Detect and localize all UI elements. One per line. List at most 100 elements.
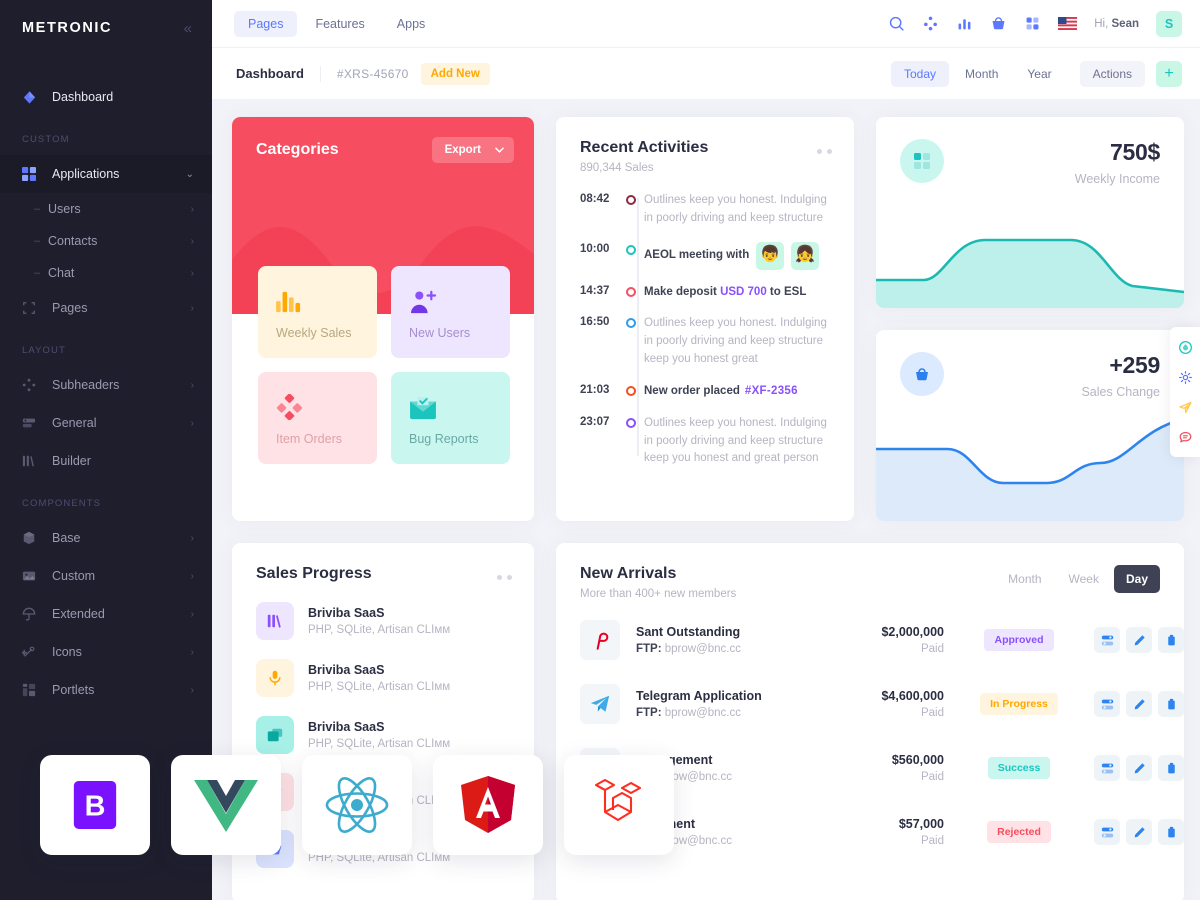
filter-today[interactable]: Today bbox=[891, 60, 950, 87]
grid-squares-icon[interactable] bbox=[1024, 15, 1041, 32]
recent-activities-card: Recent Activities 890,344 Sales 08:42 Out… bbox=[556, 117, 854, 521]
sidebar-item-label: Custom bbox=[52, 569, 96, 583]
activity-time: 10:00 bbox=[580, 242, 610, 255]
sidebar-item-contacts[interactable]: – Contacts › bbox=[0, 225, 212, 257]
sales-progress-item[interactable]: Briviba SaaS PHP, SQLite, Artisan CLIмм bbox=[256, 659, 514, 697]
envelope-check-icon bbox=[409, 390, 510, 420]
toolbar-filters: Today Month Year Actions + bbox=[891, 60, 1182, 87]
search-icon[interactable] bbox=[888, 15, 905, 32]
sidebar-item-applications[interactable]: Applications ⌄ bbox=[0, 155, 212, 193]
sidebar-item-label: Contacts bbox=[48, 234, 98, 248]
tab-features[interactable]: Features bbox=[301, 11, 378, 37]
trash-icon[interactable] bbox=[1158, 691, 1184, 717]
sidebar-item-portlets[interactable]: Portlets › bbox=[0, 671, 212, 709]
weekly-income-chart bbox=[876, 188, 1184, 308]
category-tile-weekly-sales[interactable]: Weekly Sales bbox=[258, 266, 377, 358]
stat-value: +259 bbox=[1109, 352, 1160, 378]
toggle-icon[interactable] bbox=[1094, 627, 1120, 653]
switch-day[interactable]: Day bbox=[1113, 565, 1160, 593]
paper-plane-icon[interactable] bbox=[1170, 392, 1200, 422]
row-paid-label: Paid bbox=[920, 771, 944, 783]
toggle-icon[interactable] bbox=[1094, 819, 1120, 845]
bootstrap-logo[interactable]: B bbox=[40, 755, 150, 855]
droplet-icon[interactable] bbox=[1170, 332, 1200, 362]
toggle-icon[interactable] bbox=[1094, 755, 1120, 781]
sidebar-item-base[interactable]: Base › bbox=[0, 519, 212, 557]
sidebar-item-chat[interactable]: – Chat › bbox=[0, 257, 212, 289]
us-flag-icon[interactable] bbox=[1058, 17, 1078, 30]
card-title: Categories bbox=[256, 141, 339, 158]
grid-squares-icon bbox=[900, 139, 944, 183]
activity-order-id[interactable]: #XF-2356 bbox=[745, 385, 798, 397]
chevron-right-icon: › bbox=[190, 267, 194, 279]
umbrella-icon bbox=[22, 607, 44, 621]
sparkle-cluster-icon[interactable] bbox=[922, 15, 939, 32]
sidebar-item-extended[interactable]: Extended › bbox=[0, 595, 212, 633]
sales-progress-item[interactable]: Briviba SaaS PHP, SQLite, Artisan CLIмм bbox=[256, 602, 514, 640]
add-new-button[interactable]: Add New bbox=[420, 62, 490, 85]
chevron-down-icon bbox=[495, 147, 504, 153]
switch-month[interactable]: Month bbox=[996, 565, 1053, 593]
gear-icon[interactable] bbox=[1170, 362, 1200, 392]
avatar[interactable]: S bbox=[1156, 10, 1182, 37]
actions-button[interactable]: Actions bbox=[1079, 60, 1145, 87]
activity-body: Make deposit USD 700 to ESL bbox=[644, 285, 807, 298]
chevron-down-icon[interactable]: ⌄ bbox=[186, 169, 194, 180]
edit-icon[interactable] bbox=[1126, 755, 1152, 781]
category-tile-bug-reports[interactable]: Bug Reports bbox=[391, 372, 510, 464]
server-icon bbox=[22, 416, 44, 430]
sidebar-section-title: LAYOUT bbox=[22, 345, 66, 356]
react-logo[interactable] bbox=[302, 755, 412, 855]
category-tile-label: Bug Reports bbox=[409, 432, 479, 446]
row-paid-label: Paid bbox=[920, 835, 944, 847]
tab-apps[interactable]: Apps bbox=[383, 11, 440, 37]
sidebar-item-pages[interactable]: Pages › bbox=[0, 289, 212, 327]
dots-icon[interactable] bbox=[817, 149, 832, 154]
laravel-logo[interactable] bbox=[564, 755, 674, 855]
edit-icon[interactable] bbox=[1126, 691, 1152, 717]
edit-icon[interactable] bbox=[1126, 819, 1152, 845]
table-row: Telegram Application FTP: bprow@bnc.cc $4,… bbox=[580, 672, 1184, 736]
export-button[interactable]: Export bbox=[431, 137, 514, 163]
trash-icon[interactable] bbox=[1158, 819, 1184, 845]
sidebar-item-users[interactable]: – Users › bbox=[0, 193, 212, 225]
switch-week[interactable]: Week bbox=[1057, 565, 1111, 593]
edit-icon[interactable] bbox=[1126, 627, 1152, 653]
activity-text: Outlines keep you honest. Indulging in p… bbox=[644, 194, 827, 224]
sidebar-item-builder[interactable]: Builder bbox=[0, 442, 212, 480]
vue-logo[interactable] bbox=[171, 755, 281, 855]
sidebar-item-icons[interactable]: Icons › bbox=[0, 633, 212, 671]
filter-month[interactable]: Month bbox=[952, 61, 1011, 87]
filter-year[interactable]: Year bbox=[1014, 61, 1064, 87]
chevron-right-icon: › bbox=[190, 646, 194, 658]
chevron-right-icon: › bbox=[190, 684, 194, 696]
angular-logo[interactable] bbox=[433, 755, 543, 855]
activity-item: 14:37 Make deposit USD 700 to ESL bbox=[580, 284, 834, 302]
chevrons-left-icon[interactable]: « bbox=[184, 21, 192, 36]
card-subtitle: 890,344 Sales bbox=[580, 162, 654, 174]
plus-icon[interactable]: + bbox=[1156, 60, 1182, 87]
sales-progress-item[interactable]: Briviba SaaS PHP, SQLite, Artisan CLIмм bbox=[256, 716, 514, 754]
trash-icon[interactable] bbox=[1158, 755, 1184, 781]
sidebar-item-custom[interactable]: Custom › bbox=[0, 557, 212, 595]
chat-icon[interactable] bbox=[1170, 422, 1200, 452]
activity-body: Outlines keep you honest. Indulging in p… bbox=[644, 192, 834, 228]
basket-icon[interactable] bbox=[990, 15, 1007, 32]
telegram-icon bbox=[580, 684, 620, 724]
categories-header: Categories Export bbox=[232, 117, 534, 163]
sidebar-item-general[interactable]: General › bbox=[0, 404, 212, 442]
tab-pages[interactable]: Pages bbox=[234, 10, 298, 37]
sidebar-item-subheaders[interactable]: Subheaders › bbox=[0, 366, 212, 404]
toggle-icon[interactable] bbox=[1094, 691, 1120, 717]
diamonds-icon bbox=[276, 390, 377, 420]
sidebar-item-label: Base bbox=[52, 531, 81, 545]
trash-icon[interactable] bbox=[1158, 627, 1184, 653]
category-tile-item-orders[interactable]: Item Orders bbox=[258, 372, 377, 464]
activity-body: AEOL meeting with 👦 👧 bbox=[644, 241, 834, 270]
sidebar-item-dashboard[interactable]: Dashboard bbox=[0, 78, 212, 116]
category-tile-new-users[interactable]: New Users bbox=[391, 266, 510, 358]
dashboard-page: METRONIC « Dashboard CUSTOM Applications ⌄… bbox=[0, 0, 1200, 900]
bar-chart-icon[interactable] bbox=[956, 15, 973, 32]
dots-icon[interactable] bbox=[497, 575, 512, 580]
category-tile-label: Item Orders bbox=[276, 432, 342, 446]
